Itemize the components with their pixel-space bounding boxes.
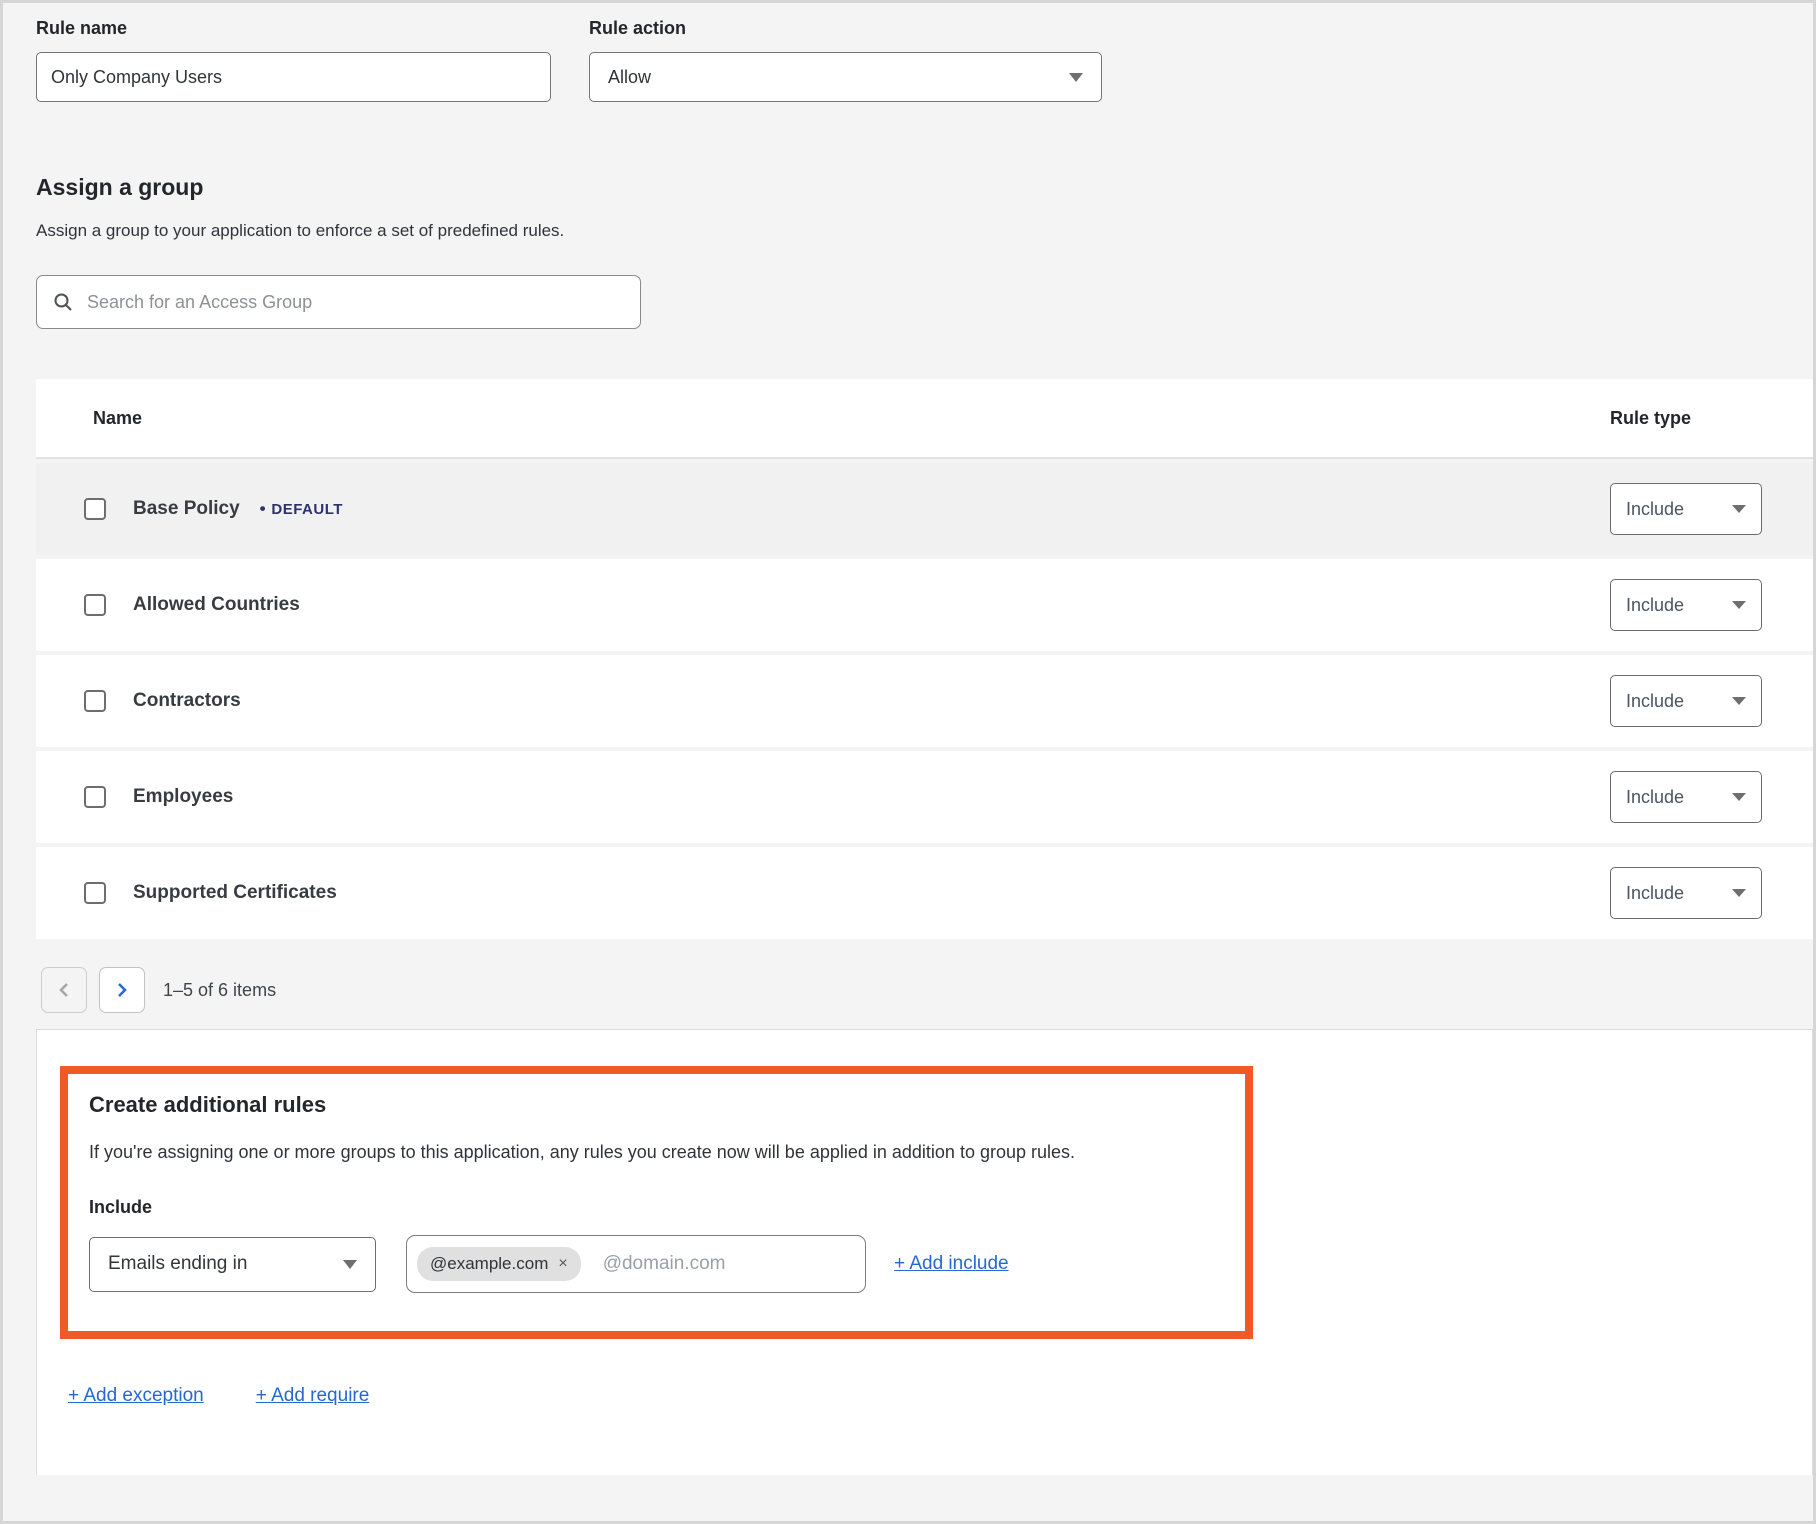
remove-tag-icon[interactable]: × — [558, 1256, 567, 1272]
chevron-down-icon — [1732, 505, 1746, 513]
rule-form: Rule name Rule action Allow — [36, 18, 1780, 102]
rule-links-row: + Add exception + Add require — [68, 1385, 1812, 1407]
column-header-name: Name — [36, 408, 1610, 429]
highlighted-region: Create additional rules If you're assign… — [60, 1066, 1253, 1339]
search-icon — [53, 292, 73, 312]
row-checkbox[interactable] — [84, 498, 106, 520]
pagination: 1–5 of 6 items — [41, 967, 1780, 1013]
email-domain-input[interactable]: @example.com × — [406, 1235, 866, 1293]
assign-group-heading: Assign a group — [36, 174, 1780, 201]
create-additional-rules-heading: Create additional rules — [89, 1092, 1223, 1118]
chevron-down-icon — [1732, 793, 1746, 801]
access-group-table: Name Rule type Base Policy DEFAULT Inclu… — [36, 379, 1813, 939]
row-checkbox[interactable] — [84, 690, 106, 712]
group-name: Supported Certificates — [133, 882, 337, 904]
chevron-left-icon — [58, 981, 70, 999]
rule-name-label: Rule name — [36, 18, 551, 39]
next-page-button[interactable] — [99, 967, 145, 1013]
domain-input[interactable] — [603, 1253, 855, 1275]
search-input[interactable] — [87, 292, 624, 313]
table-row: Allowed Countries Include — [36, 555, 1813, 651]
column-header-rule-type: Rule type — [1610, 408, 1813, 429]
page: Rule name Rule action Allow Assign a gro… — [0, 0, 1816, 1524]
rule-type-value: Include — [1626, 595, 1684, 616]
table-row: Base Policy DEFAULT Include — [36, 459, 1813, 555]
chevron-down-icon — [1069, 73, 1083, 82]
group-name: Employees — [133, 786, 233, 808]
rule-action-label: Rule action — [589, 18, 1102, 39]
group-name: Allowed Countries — [133, 594, 300, 616]
rule-type-value: Include — [1626, 691, 1684, 712]
rule-type-select[interactable]: Include — [1610, 867, 1762, 919]
assign-group-description: Assign a group to your application to en… — [36, 221, 1780, 241]
rule-type-select[interactable]: Include — [1610, 483, 1762, 535]
table-row: Contractors Include — [36, 651, 1813, 747]
rule-type-value: Include — [1626, 499, 1684, 520]
rule-action-value: Allow — [608, 67, 651, 88]
rule-type-select[interactable]: Include — [1610, 675, 1762, 727]
include-rule-row: Emails ending in @example.com × + Add in… — [89, 1235, 1223, 1293]
rule-action-field-group: Rule action Allow — [589, 18, 1102, 102]
condition-select[interactable]: Emails ending in — [89, 1237, 376, 1292]
row-checkbox[interactable] — [84, 594, 106, 616]
chevron-down-icon — [343, 1260, 357, 1269]
create-additional-rules-description: If you're assigning one or more groups t… — [89, 1142, 1223, 1163]
table-row: Supported Certificates Include — [36, 843, 1813, 939]
table-row: Employees Include — [36, 747, 1813, 843]
chevron-right-icon — [116, 981, 128, 999]
add-require-link[interactable]: + Add require — [256, 1385, 370, 1407]
add-include-link[interactable]: + Add include — [894, 1253, 1009, 1275]
rule-type-select[interactable]: Include — [1610, 579, 1762, 631]
table-header-row: Name Rule type — [36, 379, 1813, 459]
group-name: Contractors — [133, 690, 241, 712]
row-checkbox[interactable] — [84, 786, 106, 808]
previous-page-button[interactable] — [41, 967, 87, 1013]
pagination-label: 1–5 of 6 items — [163, 980, 276, 1001]
group-name: Base Policy — [133, 498, 240, 520]
additional-rules-card: Create additional rules If you're assign… — [36, 1029, 1813, 1475]
chevron-down-icon — [1732, 697, 1746, 705]
rule-type-select[interactable]: Include — [1610, 771, 1762, 823]
rule-name-input[interactable] — [36, 52, 551, 102]
tag-label: @example.com — [430, 1254, 548, 1274]
access-group-search[interactable] — [36, 275, 641, 329]
row-checkbox[interactable] — [84, 882, 106, 904]
add-exception-link[interactable]: + Add exception — [68, 1385, 204, 1407]
default-badge: DEFAULT — [260, 499, 343, 519]
rule-type-value: Include — [1626, 883, 1684, 904]
rule-type-value: Include — [1626, 787, 1684, 808]
chevron-down-icon — [1732, 601, 1746, 609]
chevron-down-icon — [1732, 889, 1746, 897]
include-label: Include — [89, 1197, 1223, 1218]
email-domain-tag: @example.com × — [417, 1247, 581, 1281]
condition-value: Emails ending in — [108, 1253, 247, 1275]
rule-action-select[interactable]: Allow — [589, 52, 1102, 102]
rule-name-field-group: Rule name — [36, 18, 551, 102]
